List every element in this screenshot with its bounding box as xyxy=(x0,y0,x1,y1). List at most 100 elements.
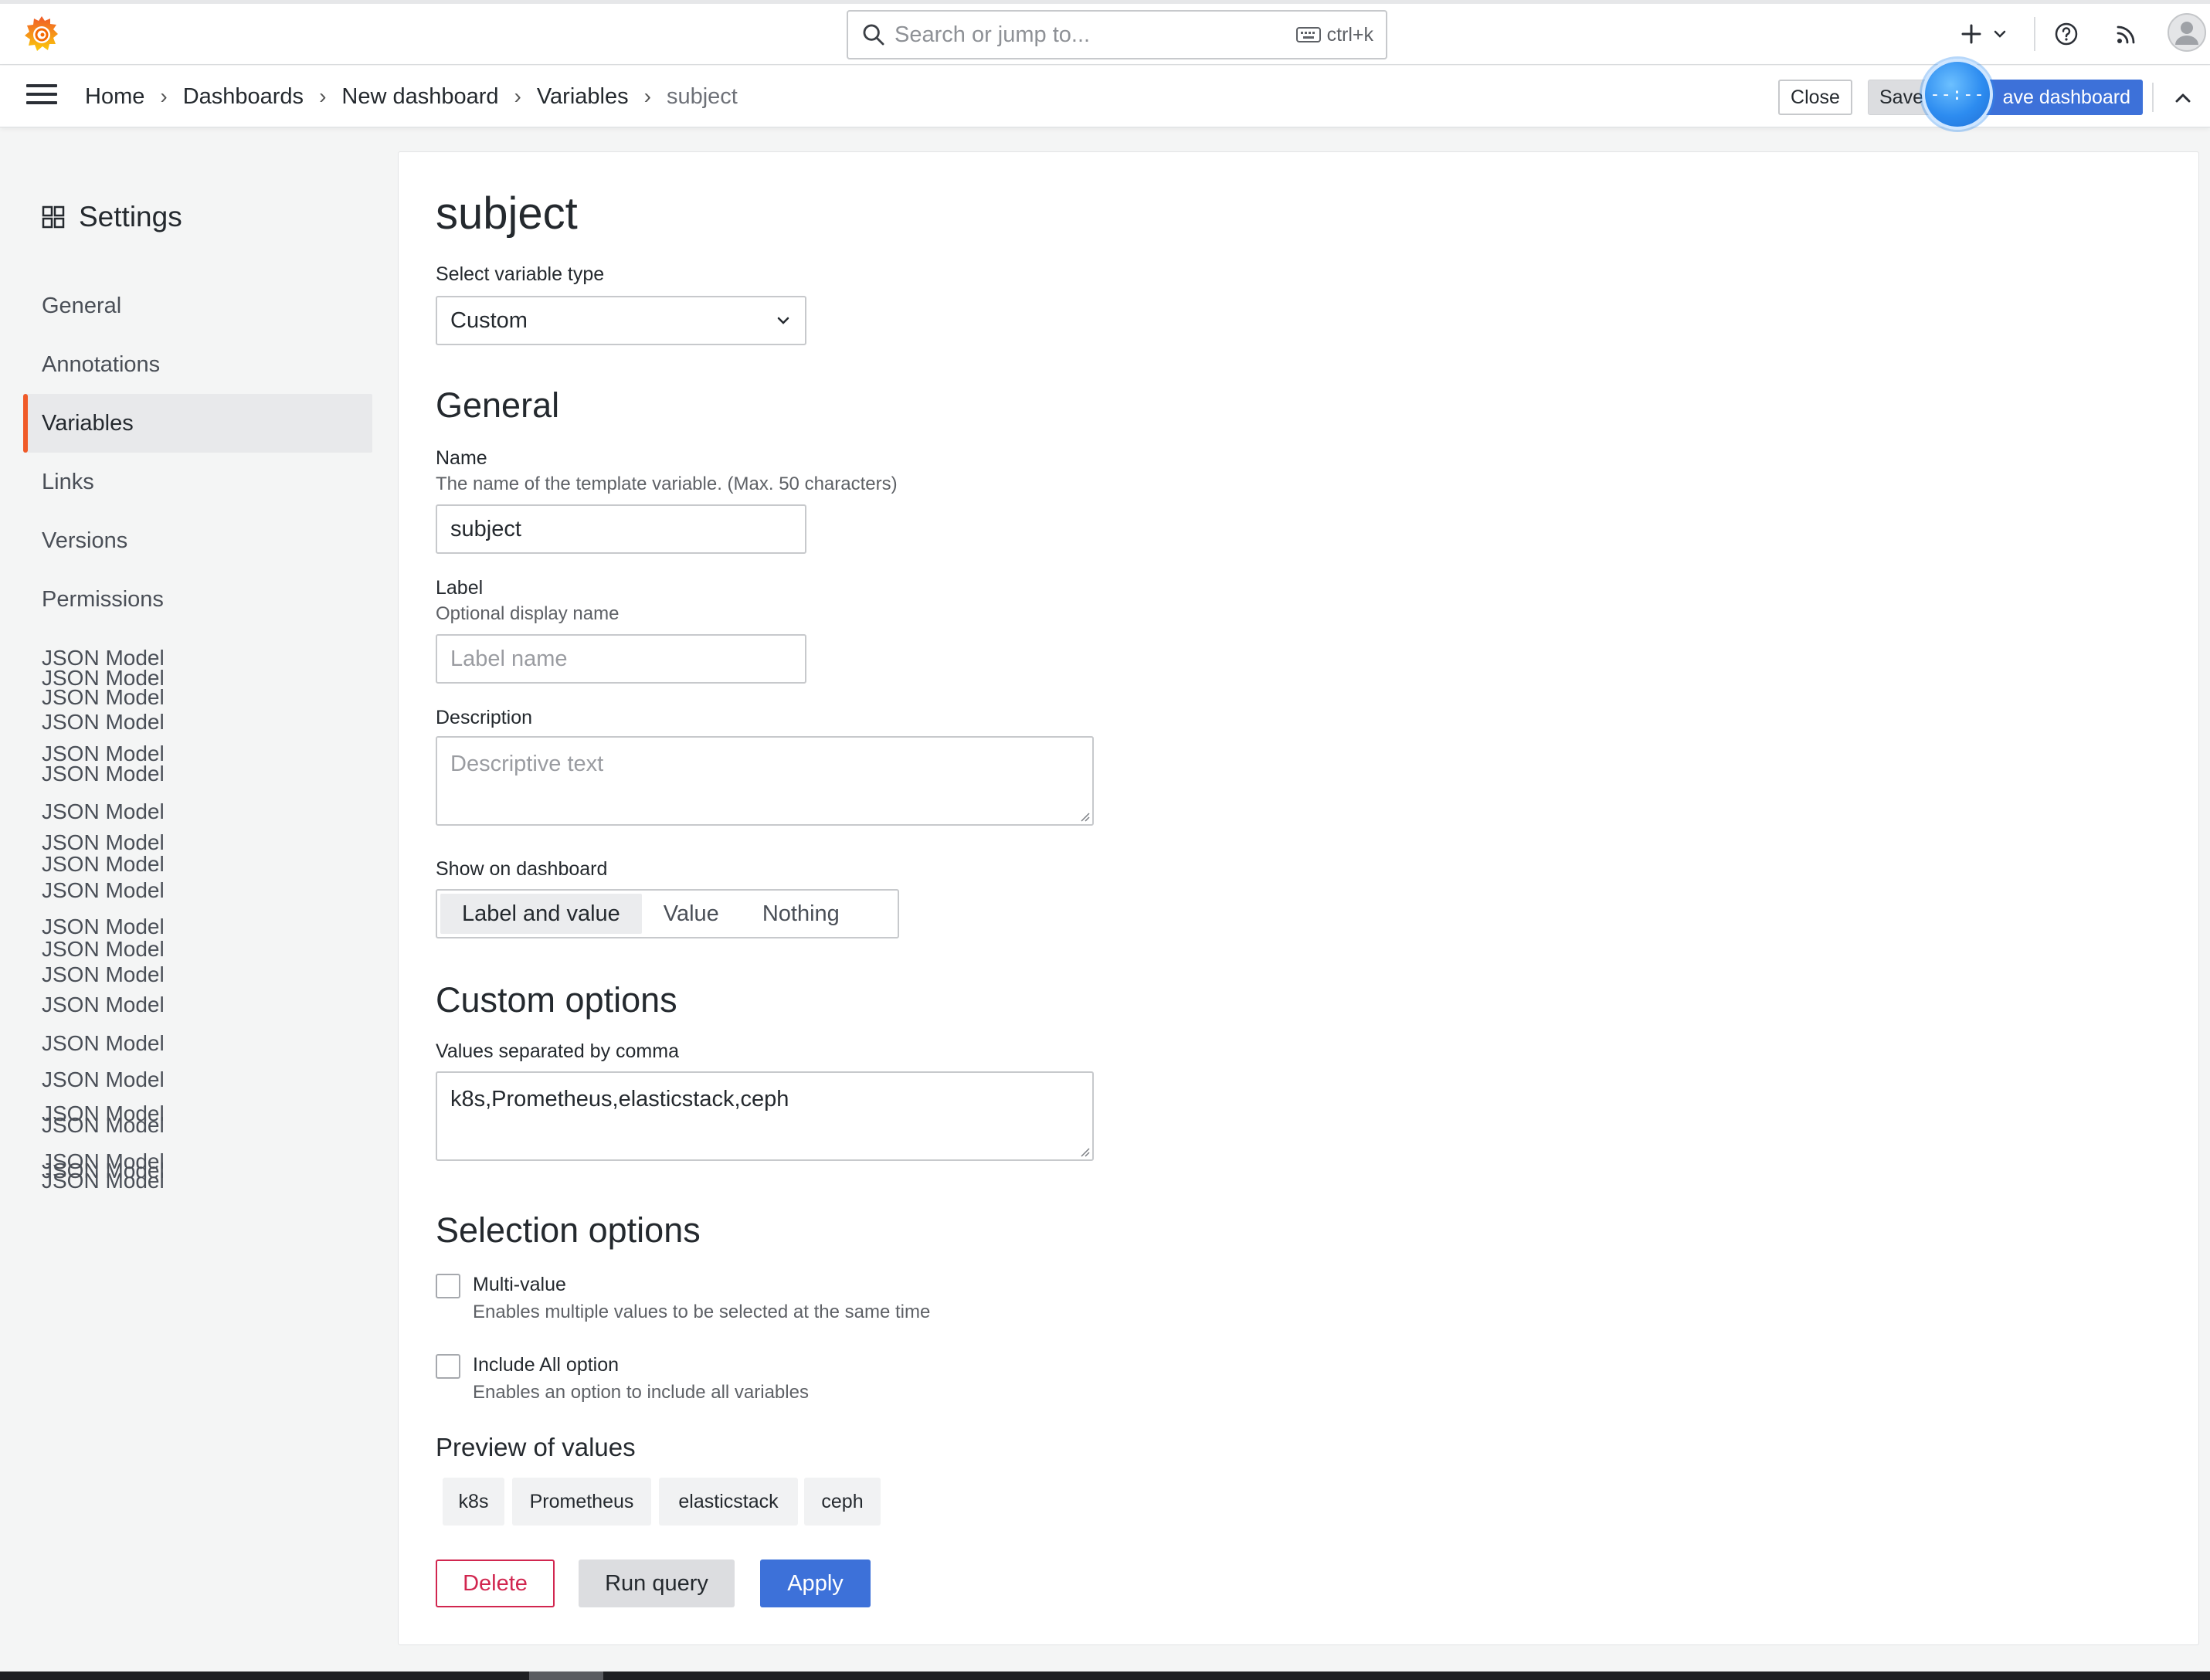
breadcrumb-dashboards[interactable]: Dashboards xyxy=(183,84,304,110)
sidebar-item-json-model-ghost: JSON Model xyxy=(42,878,165,902)
top-border xyxy=(0,0,2210,4)
keyboard-icon xyxy=(1295,27,1321,42)
resize-handle-icon[interactable] xyxy=(1079,811,1090,822)
news-button[interactable] xyxy=(2114,15,2139,53)
multi-value-description: Enables multiple values to be selected a… xyxy=(473,1302,931,1322)
sidebar-item-label: Links xyxy=(42,469,94,494)
sidebar-item-json-model-ghost: JSON Model xyxy=(42,937,165,961)
plus-icon xyxy=(1961,24,1981,44)
sidebar-item-json-model-ghost: JSON Model xyxy=(42,962,165,986)
breadcrumb-variables[interactable]: Variables xyxy=(537,84,629,110)
values-label: Values separated by comma xyxy=(436,1040,679,1062)
chevron-down-icon xyxy=(1994,30,2006,38)
name-value: subject xyxy=(450,516,521,541)
radio-option-value[interactable]: Value xyxy=(642,894,741,934)
sidebar-item-label: Permissions xyxy=(42,586,164,612)
search-input[interactable]: Search or jump to... ctrl+k xyxy=(847,10,1387,59)
variable-editor-panel: subject Select variable type Custom Gene… xyxy=(398,151,2199,1645)
breadcrumb-separator: › xyxy=(514,84,521,108)
label-input[interactable]: Label name xyxy=(436,634,806,684)
sidebar-item-json-model-ghost: JSON Model xyxy=(42,993,165,1016)
variable-type-value: Custom xyxy=(450,307,528,333)
custom-options-heading: Custom options xyxy=(436,980,677,1020)
label-placeholder: Label name xyxy=(450,646,568,671)
sidebar-item-annotations[interactable]: Annotations xyxy=(23,335,372,394)
chevron-up-icon[interactable] xyxy=(2169,84,2197,112)
description-textarea[interactable]: Descriptive text xyxy=(436,736,1094,826)
settings-title: Settings xyxy=(79,201,182,232)
user-avatar-button[interactable] xyxy=(2167,13,2207,52)
name-description: The name of the template variable. (Max.… xyxy=(436,473,898,494)
sidebar-item-versions[interactable]: Versions xyxy=(23,511,372,570)
sidebar-item-json-model-ghost: JSON Model xyxy=(42,852,165,876)
delete-button[interactable]: Delete xyxy=(436,1560,555,1607)
show-on-dashboard-radio-group: Label and value Value Nothing xyxy=(436,889,899,938)
sidebar-item-label: General xyxy=(42,293,122,318)
multi-value-checkbox[interactable] xyxy=(436,1274,460,1298)
preview-value-chip: ceph xyxy=(804,1478,881,1526)
help-button[interactable] xyxy=(2053,15,2079,53)
sidebar-item-json-model-ghost: JSON Model xyxy=(42,762,165,786)
include-all-checkbox[interactable] xyxy=(436,1354,460,1379)
horizontal-scrollbar[interactable] xyxy=(0,1672,2210,1680)
grafana-logo-icon[interactable] xyxy=(22,14,62,54)
sidebar-item-json-model-ghost: JSON Model xyxy=(42,685,165,709)
name-label: Name xyxy=(436,447,487,469)
general-heading: General xyxy=(436,385,560,425)
radio-option-nothing[interactable]: Nothing xyxy=(741,894,861,934)
breadcrumb-home[interactable]: Home xyxy=(85,84,144,110)
toolbar-divider xyxy=(2152,83,2154,112)
sidebar-item-general[interactable]: General xyxy=(23,277,372,335)
variable-type-label: Select variable type xyxy=(436,263,605,285)
breadcrumb-separator: › xyxy=(160,84,168,108)
menu-toggle-icon[interactable] xyxy=(26,84,57,109)
radio-option-label-and-value[interactable]: Label and value xyxy=(440,894,642,934)
preview-value-chip: Prometheus xyxy=(512,1478,651,1526)
top-bar: Search or jump to... ctrl+k xyxy=(0,0,2210,65)
breadcrumb: Home › Dashboards › New dashboard › Vari… xyxy=(85,80,738,114)
preview-value-chip: elasticstack xyxy=(659,1478,798,1526)
sidebar-item-json-model-ghost: JSON Model xyxy=(42,1169,165,1193)
close-button[interactable]: Close xyxy=(1778,80,1852,115)
sidebar-item-label: Variables xyxy=(42,410,134,436)
sidebar-item-json-model-ghost: JSON Model xyxy=(42,799,165,823)
breadcrumb-separator: › xyxy=(643,84,651,108)
values-textarea[interactable]: k8s,Prometheus,elasticstack,ceph xyxy=(436,1071,1094,1161)
sidebar-item-permissions[interactable]: Permissions xyxy=(23,570,372,629)
breadcrumb-current: subject xyxy=(666,83,738,109)
preview-heading: Preview of values xyxy=(436,1433,636,1461)
show-on-dashboard-label: Show on dashboard xyxy=(436,858,608,880)
values-content: k8s,Prometheus,elasticstack,ceph xyxy=(450,1087,789,1112)
settings-heading: Settings xyxy=(42,201,182,233)
preview-value-chip: k8s xyxy=(443,1478,504,1526)
include-all-label[interactable]: Include All option xyxy=(473,1354,619,1376)
screen-recorder-indicator[interactable]: --:-- xyxy=(1922,59,1993,130)
include-all-description: Enables an option to include all variabl… xyxy=(473,1382,809,1403)
sidebar-item-variables[interactable]: Variables xyxy=(23,394,372,453)
sidebar-item-links[interactable]: Links xyxy=(23,453,372,511)
breadcrumb-separator: › xyxy=(319,84,327,108)
scrollbar-thumb[interactable] xyxy=(529,1672,603,1680)
settings-sidebar: Settings General Annotations Variables L… xyxy=(0,128,386,1673)
rss-icon xyxy=(2117,25,2135,44)
sidebar-item-json-model-ghost: JSON Model xyxy=(42,915,165,938)
variable-type-select[interactable]: Custom xyxy=(436,296,806,345)
sidebar-item-json-model-ghost: JSON Model xyxy=(42,830,165,854)
label-field-description: Optional display name xyxy=(436,603,620,624)
new-menu-button[interactable] xyxy=(1959,15,2008,53)
resize-handle-icon[interactable] xyxy=(1079,1146,1090,1157)
sidebar-item-label: Annotations xyxy=(42,351,161,377)
name-field[interactable]: subject xyxy=(436,504,806,554)
apply-button[interactable]: Apply xyxy=(760,1560,871,1607)
apps-grid-icon xyxy=(42,205,65,229)
shortcut-label: ctrl+k xyxy=(1326,23,1373,46)
breadcrumb-new-dashboard[interactable]: New dashboard xyxy=(341,84,498,110)
multi-value-label[interactable]: Multi-value xyxy=(473,1274,566,1296)
description-label: Description xyxy=(436,707,533,728)
sidebar-item-json-model-ghost: JSON Model xyxy=(42,1031,165,1055)
sidebar-item-label: Versions xyxy=(42,528,128,553)
sidebar-item-json-model-ghost: JSON Model xyxy=(42,710,165,734)
sidebar-item-json-model-ghost: JSON Model xyxy=(42,1113,165,1137)
run-query-button[interactable]: Run query xyxy=(579,1560,735,1607)
breadcrumb-bar: Home › Dashboards › New dashboard › Vari… xyxy=(0,66,2210,127)
